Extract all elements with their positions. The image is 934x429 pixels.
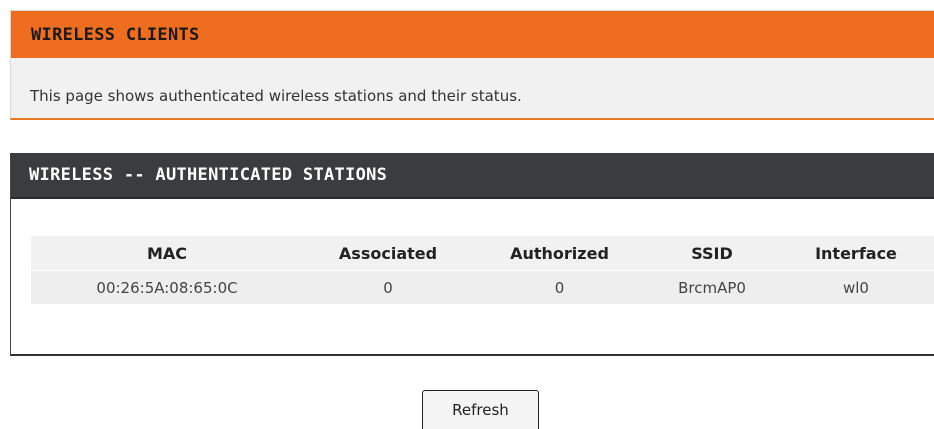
- column-header-interface: Interface: [778, 236, 934, 271]
- wireless-clients-panel: WIRELESS CLIENTS This page shows authent…: [10, 10, 934, 120]
- stations-table: MAC Associated Authorized SSID Interface…: [31, 236, 934, 304]
- column-header-authorized: Authorized: [473, 236, 646, 271]
- cell-interface: wl0: [778, 270, 934, 304]
- table-header-row: MAC Associated Authorized SSID Interface: [31, 236, 934, 271]
- wireless-clients-title: WIRELESS CLIENTS: [31, 24, 200, 45]
- refresh-button[interactable]: Refresh: [422, 390, 539, 429]
- table-row: 00:26:5A:08:65:0C 0 0 BrcmAP0 wl0: [31, 270, 934, 304]
- authenticated-stations-header: WIRELESS -- AUTHENTICATED STATIONS: [11, 153, 934, 199]
- authenticated-stations-panel: WIRELESS -- AUTHENTICATED STATIONS MAC A…: [10, 153, 934, 356]
- column-header-ssid: SSID: [646, 236, 778, 271]
- authenticated-stations-title: WIRELESS -- AUTHENTICATED STATIONS: [29, 165, 388, 185]
- column-header-mac: MAC: [31, 236, 303, 271]
- wireless-clients-header: WIRELESS CLIENTS: [11, 11, 934, 58]
- cell-mac: 00:26:5A:08:65:0C: [31, 270, 303, 304]
- cell-associated: 0: [303, 270, 473, 304]
- cell-ssid: BrcmAP0: [646, 270, 778, 304]
- wireless-clients-description: This page shows authenticated wireless s…: [30, 87, 522, 105]
- column-header-associated: Associated: [303, 236, 473, 271]
- cell-authorized: 0: [473, 270, 646, 304]
